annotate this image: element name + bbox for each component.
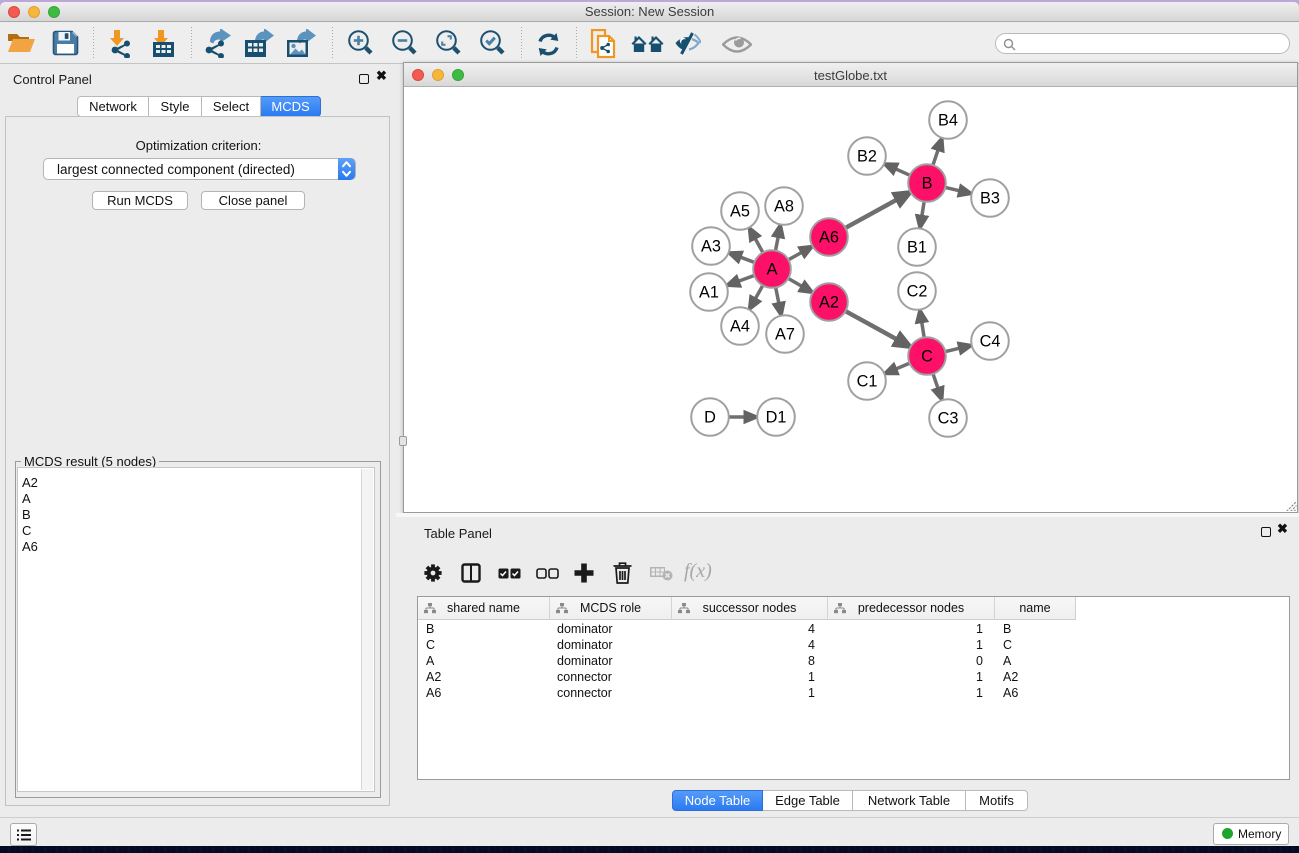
svg-text:A7: A7 bbox=[775, 326, 795, 344]
svg-text:A4: A4 bbox=[730, 318, 750, 336]
svg-text:A5: A5 bbox=[730, 203, 750, 221]
svg-text:A8: A8 bbox=[774, 198, 794, 216]
svg-text:A3: A3 bbox=[701, 238, 721, 256]
svg-text:A2: A2 bbox=[819, 294, 839, 312]
svg-text:C: C bbox=[921, 348, 933, 366]
svg-text:B1: B1 bbox=[907, 239, 927, 257]
svg-text:C3: C3 bbox=[938, 410, 959, 428]
svg-text:B4: B4 bbox=[938, 112, 958, 130]
svg-text:D1: D1 bbox=[766, 409, 787, 427]
svg-text:A1: A1 bbox=[699, 284, 719, 302]
svg-text:C2: C2 bbox=[907, 283, 928, 301]
svg-text:B3: B3 bbox=[980, 190, 1000, 208]
svg-text:D: D bbox=[704, 409, 716, 427]
svg-text:B2: B2 bbox=[857, 148, 877, 166]
svg-text:C4: C4 bbox=[980, 333, 1001, 351]
svg-text:C1: C1 bbox=[857, 373, 878, 391]
svg-text:B: B bbox=[922, 175, 933, 193]
svg-text:A6: A6 bbox=[819, 229, 839, 247]
svg-text:A: A bbox=[767, 261, 778, 279]
